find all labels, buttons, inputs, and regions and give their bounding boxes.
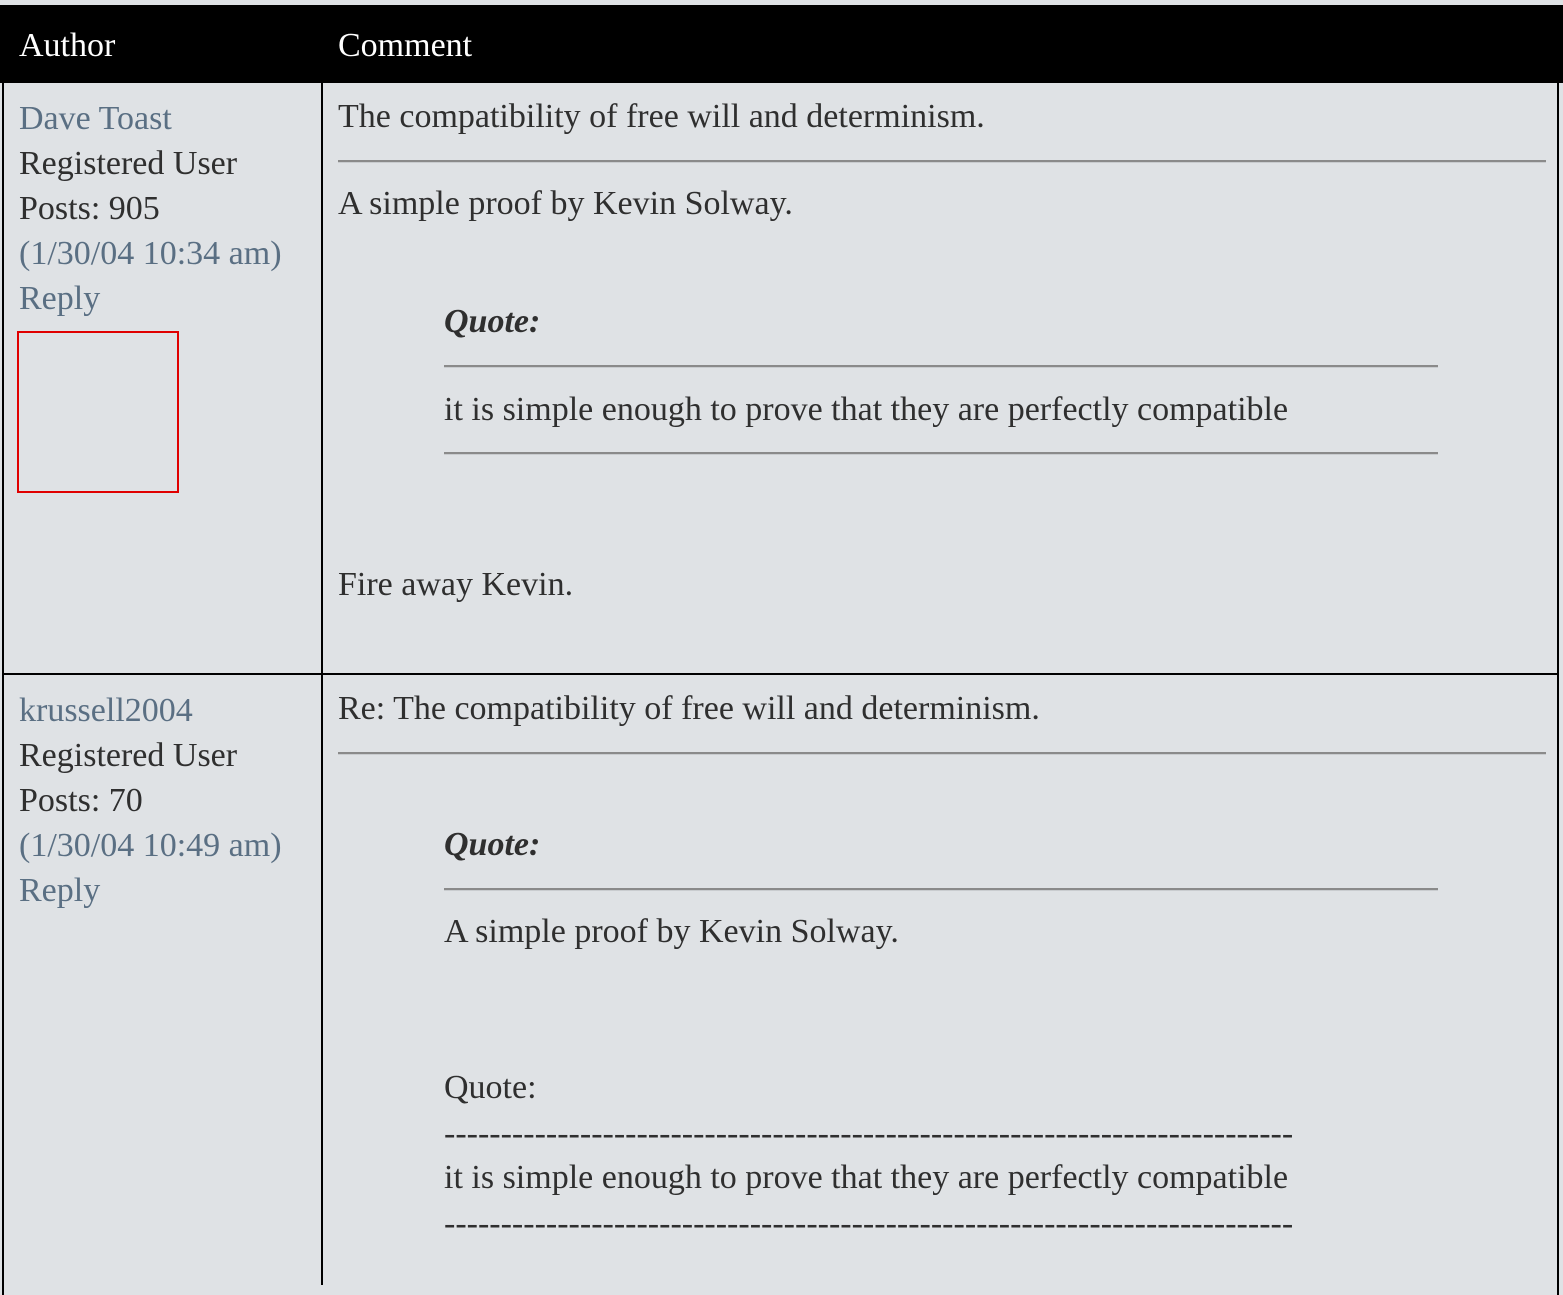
author-post-count: Posts: 905	[19, 190, 160, 227]
column-divider	[321, 675, 323, 1285]
quote-label: Quote:	[444, 826, 541, 863]
author-post-count: Posts: 70	[19, 782, 143, 819]
quote-label: Quote:	[444, 303, 541, 340]
subject-divider	[338, 752, 1546, 754]
header-author: Author	[19, 27, 116, 64]
post-timestamp-link[interactable]: (1/30/04 10:34 am)	[19, 231, 282, 276]
inner-quote-text: it is simple enough to prove that they a…	[444, 1159, 1289, 1196]
post-text: A simple proof by Kevin Solway.	[338, 185, 793, 222]
quote-top-rule	[444, 365, 1438, 367]
avatar	[17, 331, 179, 493]
post-timestamp-link[interactable]: (1/30/04 10:49 am)	[19, 823, 282, 868]
header-comment: Comment	[338, 27, 473, 64]
subject-divider	[338, 160, 1546, 162]
inner-quote-label: Quote:	[444, 1069, 537, 1106]
author-cell: krussell2004 Registered User Posts: 70 (…	[19, 688, 282, 913]
author-role: Registered User	[19, 737, 238, 774]
author-name-link[interactable]: krussell2004	[19, 688, 282, 733]
quote-text: it is simple enough to prove that they a…	[444, 391, 1289, 428]
dash-divider: ----------------------------------------…	[444, 1115, 1294, 1152]
quote-text: A simple proof by Kevin Solway.	[444, 913, 899, 950]
quote-bottom-rule	[444, 452, 1438, 454]
row-divider	[2, 673, 1559, 675]
author-role: Registered User	[19, 145, 238, 182]
reply-link[interactable]: Reply	[19, 868, 282, 913]
reply-link[interactable]: Reply	[19, 276, 282, 321]
dash-divider: ----------------------------------------…	[444, 1205, 1294, 1242]
author-cell: Dave Toast Registered User Posts: 905 (1…	[19, 96, 282, 321]
post-subject: Re: The compatibility of free will and d…	[338, 690, 1040, 727]
column-divider	[321, 83, 323, 673]
post-closing-text: Fire away Kevin.	[338, 566, 574, 603]
author-name-link[interactable]: Dave Toast	[19, 96, 282, 141]
quote-top-rule	[444, 888, 1438, 890]
table-header: Author Comment	[0, 5, 1563, 83]
post-subject: The compatibility of free will and deter…	[338, 98, 985, 135]
